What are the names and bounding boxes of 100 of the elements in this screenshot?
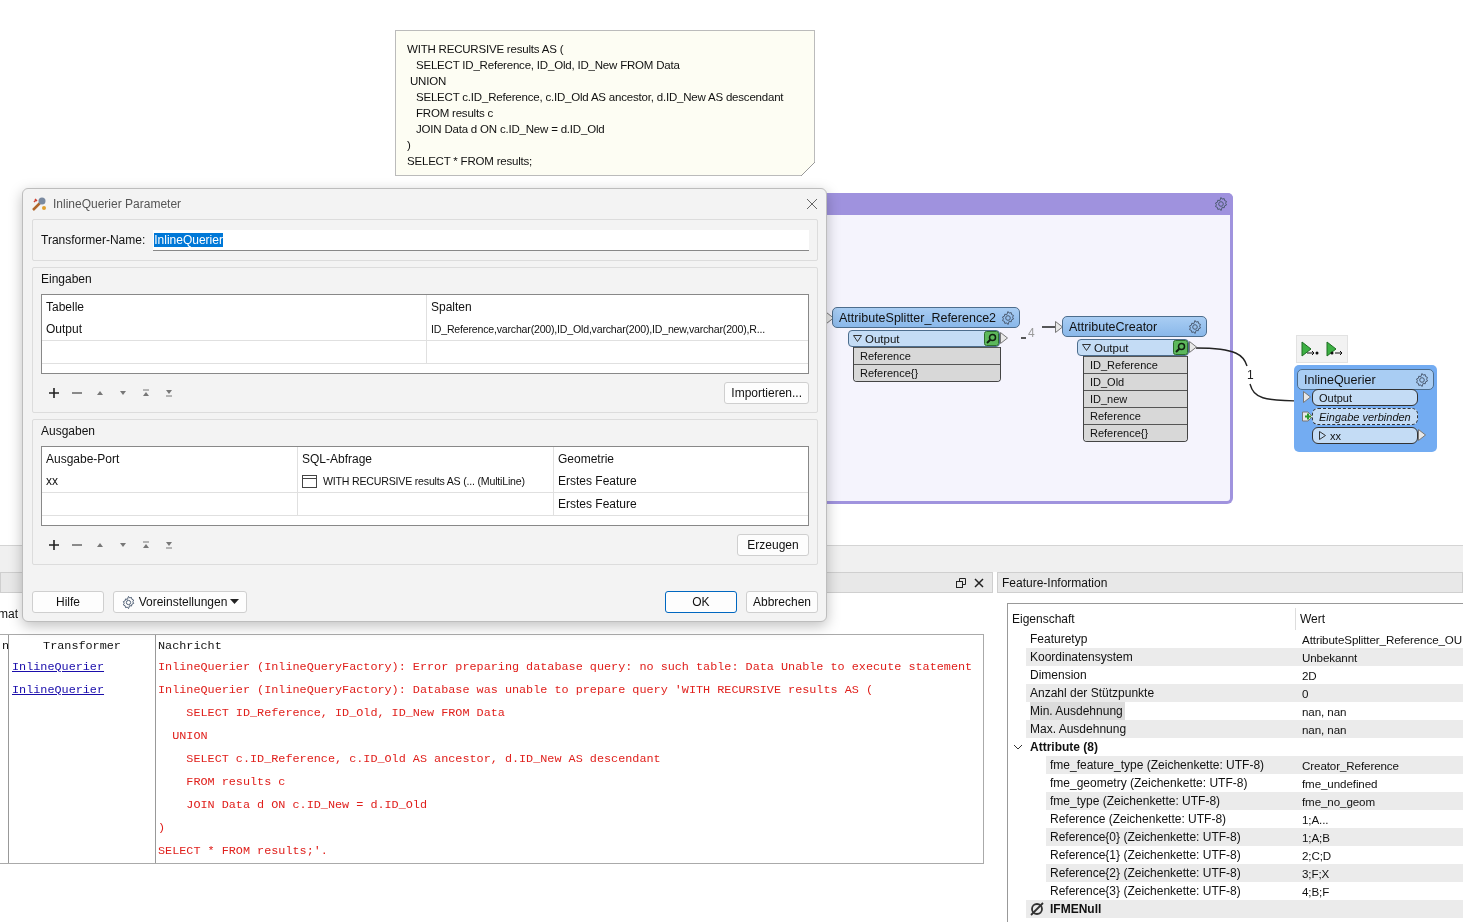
table-cell: Erstes Feature [553, 470, 808, 493]
field-label: Transformer-Name: [41, 233, 146, 247]
group-label[interactable]: Attribute (8) [1030, 740, 1098, 754]
property-value: nan, nan [1301, 703, 1348, 720]
transformer-node[interactable]: AttributeCreator [1062, 316, 1207, 337]
property-label: Max. Ausdehnung [1030, 721, 1128, 738]
ok-button[interactable]: OK [664, 591, 737, 613]
name-field[interactable]: InlineQuerier [153, 229, 809, 251]
transformer-node-frame[interactable]: InlineQuerier Output Eingabe verbinden xx [1294, 365, 1437, 452]
panel-title: Feature-Information [1002, 575, 1108, 590]
column-header: n [1, 638, 8, 655]
run-icon[interactable] [1300, 340, 1319, 358]
collapse-icon[interactable] [853, 335, 862, 342]
output-port[interactable]: Output [1077, 339, 1189, 356]
dialog-button[interactable]: Hilfe [32, 591, 104, 613]
gear-icon[interactable] [1414, 371, 1430, 388]
property-value: fme_no_geom [1296, 792, 1463, 810]
attribute-row: Reference [1084, 407, 1187, 424]
property-label: fme_type (Zeichenkette: UTF-8) [1050, 793, 1222, 810]
table-cell: WITH RECURSIVE results AS (... (MultiLine) [323, 475, 525, 487]
expand-icon[interactable] [1319, 431, 1326, 440]
property-value: 4;B;F [1301, 883, 1331, 900]
column-header: Ausgabe-Port [45, 450, 121, 468]
text-editor-icon[interactable] [302, 474, 317, 488]
property-value: Unbekannt [1296, 648, 1463, 666]
run-icon[interactable] [1325, 340, 1344, 358]
annotation-text: WITH RECURSIVE results AS ( SELECT ID_Reference, ID_Old, ID_New FROM Data UNION SELECT c.ID_Reference, c.ID_Old AS ancestor, d.ID_New AS descendant FROM results c JOIN Data d ON c.ID_New = d.ID_Old ) SELECT * FROM results; [407, 42, 785, 169]
gear-icon[interactable] [1000, 309, 1016, 326]
gear-icon[interactable] [1187, 318, 1203, 335]
transformer-link[interactable]: InlineQuerier [9, 656, 155, 679]
close-icon[interactable] [974, 577, 984, 588]
restore-icon[interactable] [956, 577, 966, 588]
port-label: Output [1094, 341, 1130, 354]
section-title: Eingaben [41, 272, 93, 286]
column-header: SQL-Abfrage [297, 447, 553, 470]
property-value: 2;C;D [1301, 847, 1333, 864]
tool-icon [31, 196, 47, 212]
attribute-row: Reference{} [854, 364, 1000, 381]
presets-button[interactable]: Voreinstellungen [113, 591, 247, 613]
transformer-node[interactable]: InlineQuerier [1297, 369, 1434, 390]
property-value: 2D [1301, 667, 1318, 684]
property-label: Koordinatensystem [1030, 649, 1134, 666]
table-cell: Output [42, 318, 426, 341]
column-header: Geometrie [553, 447, 808, 470]
property-label: IFMENull [1050, 902, 1102, 916]
log-message: InlineQuerier (InlineQueryFactory): Error preparing database query: no such table: Data Unable to execute statement [157, 659, 974, 676]
column-header: Nachricht [157, 637, 223, 655]
connect-input-port[interactable]: Eingabe verbinden [1312, 408, 1418, 425]
column-header: Eigenschaft [1008, 608, 1296, 630]
result-port[interactable]: xx [1312, 427, 1418, 444]
property-label: Min. Ausdehnung [1030, 702, 1125, 720]
input-port[interactable]: Output [1312, 389, 1418, 406]
magnifier-icon[interactable] [1173, 340, 1188, 355]
folded-corner-icon [801, 162, 815, 176]
caret-icon [230, 599, 240, 605]
table-cell: xx [42, 470, 297, 493]
transformer-link[interactable]: InlineQuerier [9, 679, 155, 863]
attribute-row: Reference [854, 347, 1000, 364]
log-message: InlineQuerier (InlineQueryFactory): Database was unable to prepare query 'WITH RECURSIVE results AS ( SELECT ID_Reference, ID_Old, ID_New FROM Data UNION SELECT c.ID_Reference, c.ID_Old AS ancestor, d.ID_New AS descendant FROM results c JOIN Data d ON c.ID_New = d.ID_Old ) SELECT * FROM results;'. [157, 682, 874, 860]
chevron-down-icon[interactable] [1013, 742, 1023, 752]
property-value: fme_undefined [1301, 775, 1379, 792]
column-header: Transformer [42, 637, 122, 655]
table-cell: ID_Reference,varchar(200),ID_Old,varchar(200),ID_new,varchar(200),R... [426, 318, 808, 341]
property-value: AttributeSplitter_Reference_OU [1301, 631, 1463, 648]
property-value: Creator_Reference [1296, 756, 1463, 774]
property-label: fme_geometry (Zeichenkette: UTF-8) [1050, 775, 1249, 792]
property-value: 1;A;B [1296, 828, 1463, 846]
attribute-row: Reference{} [1084, 424, 1187, 441]
dialog-button[interactable]: Abbrechen [745, 591, 818, 613]
property-value: 0 [1296, 684, 1463, 702]
attribute-row: ID_Old [1084, 373, 1187, 390]
property-value: nan, nan [1296, 720, 1463, 738]
property-label: Dimension [1030, 667, 1088, 684]
property-label: Reference{1} (Zeichenkette: UTF-8) [1050, 847, 1242, 864]
output-port[interactable]: Output [848, 330, 1000, 347]
annotation-note[interactable] [395, 30, 815, 176]
port-label: Output [865, 332, 901, 345]
table-cell: Erstes Feature [553, 493, 808, 516]
property-label: Reference{3} (Zeichenkette: UTF-8) [1050, 883, 1242, 900]
create-button[interactable]: Erzeugen [737, 534, 809, 556]
property-label: Featuretyp [1030, 631, 1089, 648]
import-button[interactable]: Importieren... [724, 382, 809, 404]
transformer-node[interactable]: AttributeSplitter_Reference2 [832, 307, 1020, 328]
property-label: fme_feature_type (Zeichenkette: UTF-8) [1050, 757, 1266, 774]
add-input-icon[interactable] [1302, 411, 1313, 422]
collapse-icon[interactable] [1082, 344, 1091, 351]
property-label: Anzahl der Stützpunkte [1030, 685, 1156, 702]
attribute-row: ID_Reference [1084, 356, 1187, 373]
gear-icon[interactable] [120, 594, 136, 610]
null-icon [1030, 902, 1044, 916]
property-value: 1;A... [1301, 811, 1330, 828]
dialog-title: InlineQuerier Parameter [53, 197, 183, 211]
feature-count: 4 [1028, 326, 1035, 340]
feature-count: 1 [1247, 368, 1254, 382]
attribute-row: ID_new [1084, 390, 1187, 407]
property-value: 3;F;X [1296, 864, 1463, 882]
property-label: Reference{0} (Zeichenkette: UTF-8) [1050, 829, 1242, 846]
magnifier-icon[interactable] [984, 331, 999, 346]
port-label: xx [1330, 429, 1341, 442]
property-label: Reference{2} (Zeichenkette: UTF-8) [1050, 865, 1242, 882]
